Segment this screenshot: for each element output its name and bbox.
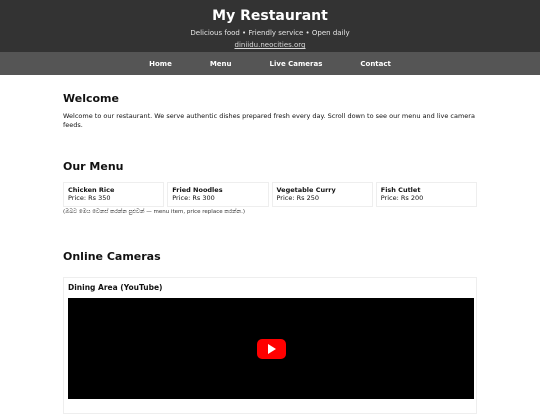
menu-item-name: Chicken Rice <box>68 186 115 194</box>
play-icon[interactable] <box>257 339 286 359</box>
nav-item-home[interactable]: Home <box>149 60 172 68</box>
nav-item-menu[interactable]: Menu <box>210 60 232 68</box>
video-player[interactable] <box>68 298 474 399</box>
menu-section: Our Menu Chicken Rice Price: Rs 350 Frie… <box>63 160 477 216</box>
nav-item-contact[interactable]: Contact <box>360 60 391 68</box>
welcome-heading: Welcome <box>63 92 119 105</box>
menu-item-price: Price: Rs 300 <box>172 194 215 202</box>
menu-heading: Our Menu <box>63 160 124 173</box>
site-tagline: Delicious food • Friendly service • Open… <box>190 29 350 37</box>
site-header: My Restaurant Delicious food • Friendly … <box>0 0 540 52</box>
menu-item-price: Price: Rs 350 <box>68 194 111 202</box>
welcome-section: Welcome Welcome to our restaurant. We se… <box>63 92 477 129</box>
menu-item-name: Vegetable Curry <box>276 186 336 194</box>
menu-item-name: Fish Cutlet <box>380 186 421 194</box>
site-link[interactable]: diniidu.neocities.org <box>0 41 540 50</box>
cameras-section: Online Cameras Dining Area (YouTube) <box>63 250 477 414</box>
menu-card: Vegetable Curry Price: Rs 250 <box>271 182 373 207</box>
camera-card: Dining Area (YouTube) <box>63 277 477 414</box>
menu-card: Fried Noodles Price: Rs 300 <box>167 182 269 207</box>
nav-bar: Home Menu Live Cameras Contact <box>0 52 540 75</box>
menu-card: Chicken Rice Price: Rs 350 <box>63 182 165 207</box>
nav-item-live-cameras[interactable]: Live Cameras <box>270 60 323 68</box>
cameras-heading: Online Cameras <box>63 250 161 263</box>
menu-item-name: Fried Noodles <box>172 186 223 194</box>
menu-grid: Chicken Rice Price: Rs 350 Fried Noodles… <box>63 182 477 207</box>
site-title: My Restaurant <box>212 8 328 24</box>
menu-note: (ඔබට මෙය වෙනස් කරන්න පුළුවන් — menu item… <box>63 209 245 215</box>
menu-item-price: Price: Rs 200 <box>380 194 424 202</box>
welcome-text: Welcome to our restaurant. We serve auth… <box>63 112 475 129</box>
menu-card: Fish Cutlet Price: Rs 200 <box>375 182 477 207</box>
menu-item-price: Price: Rs 250 <box>276 194 320 202</box>
camera-title: Dining Area (YouTube) <box>68 283 163 292</box>
